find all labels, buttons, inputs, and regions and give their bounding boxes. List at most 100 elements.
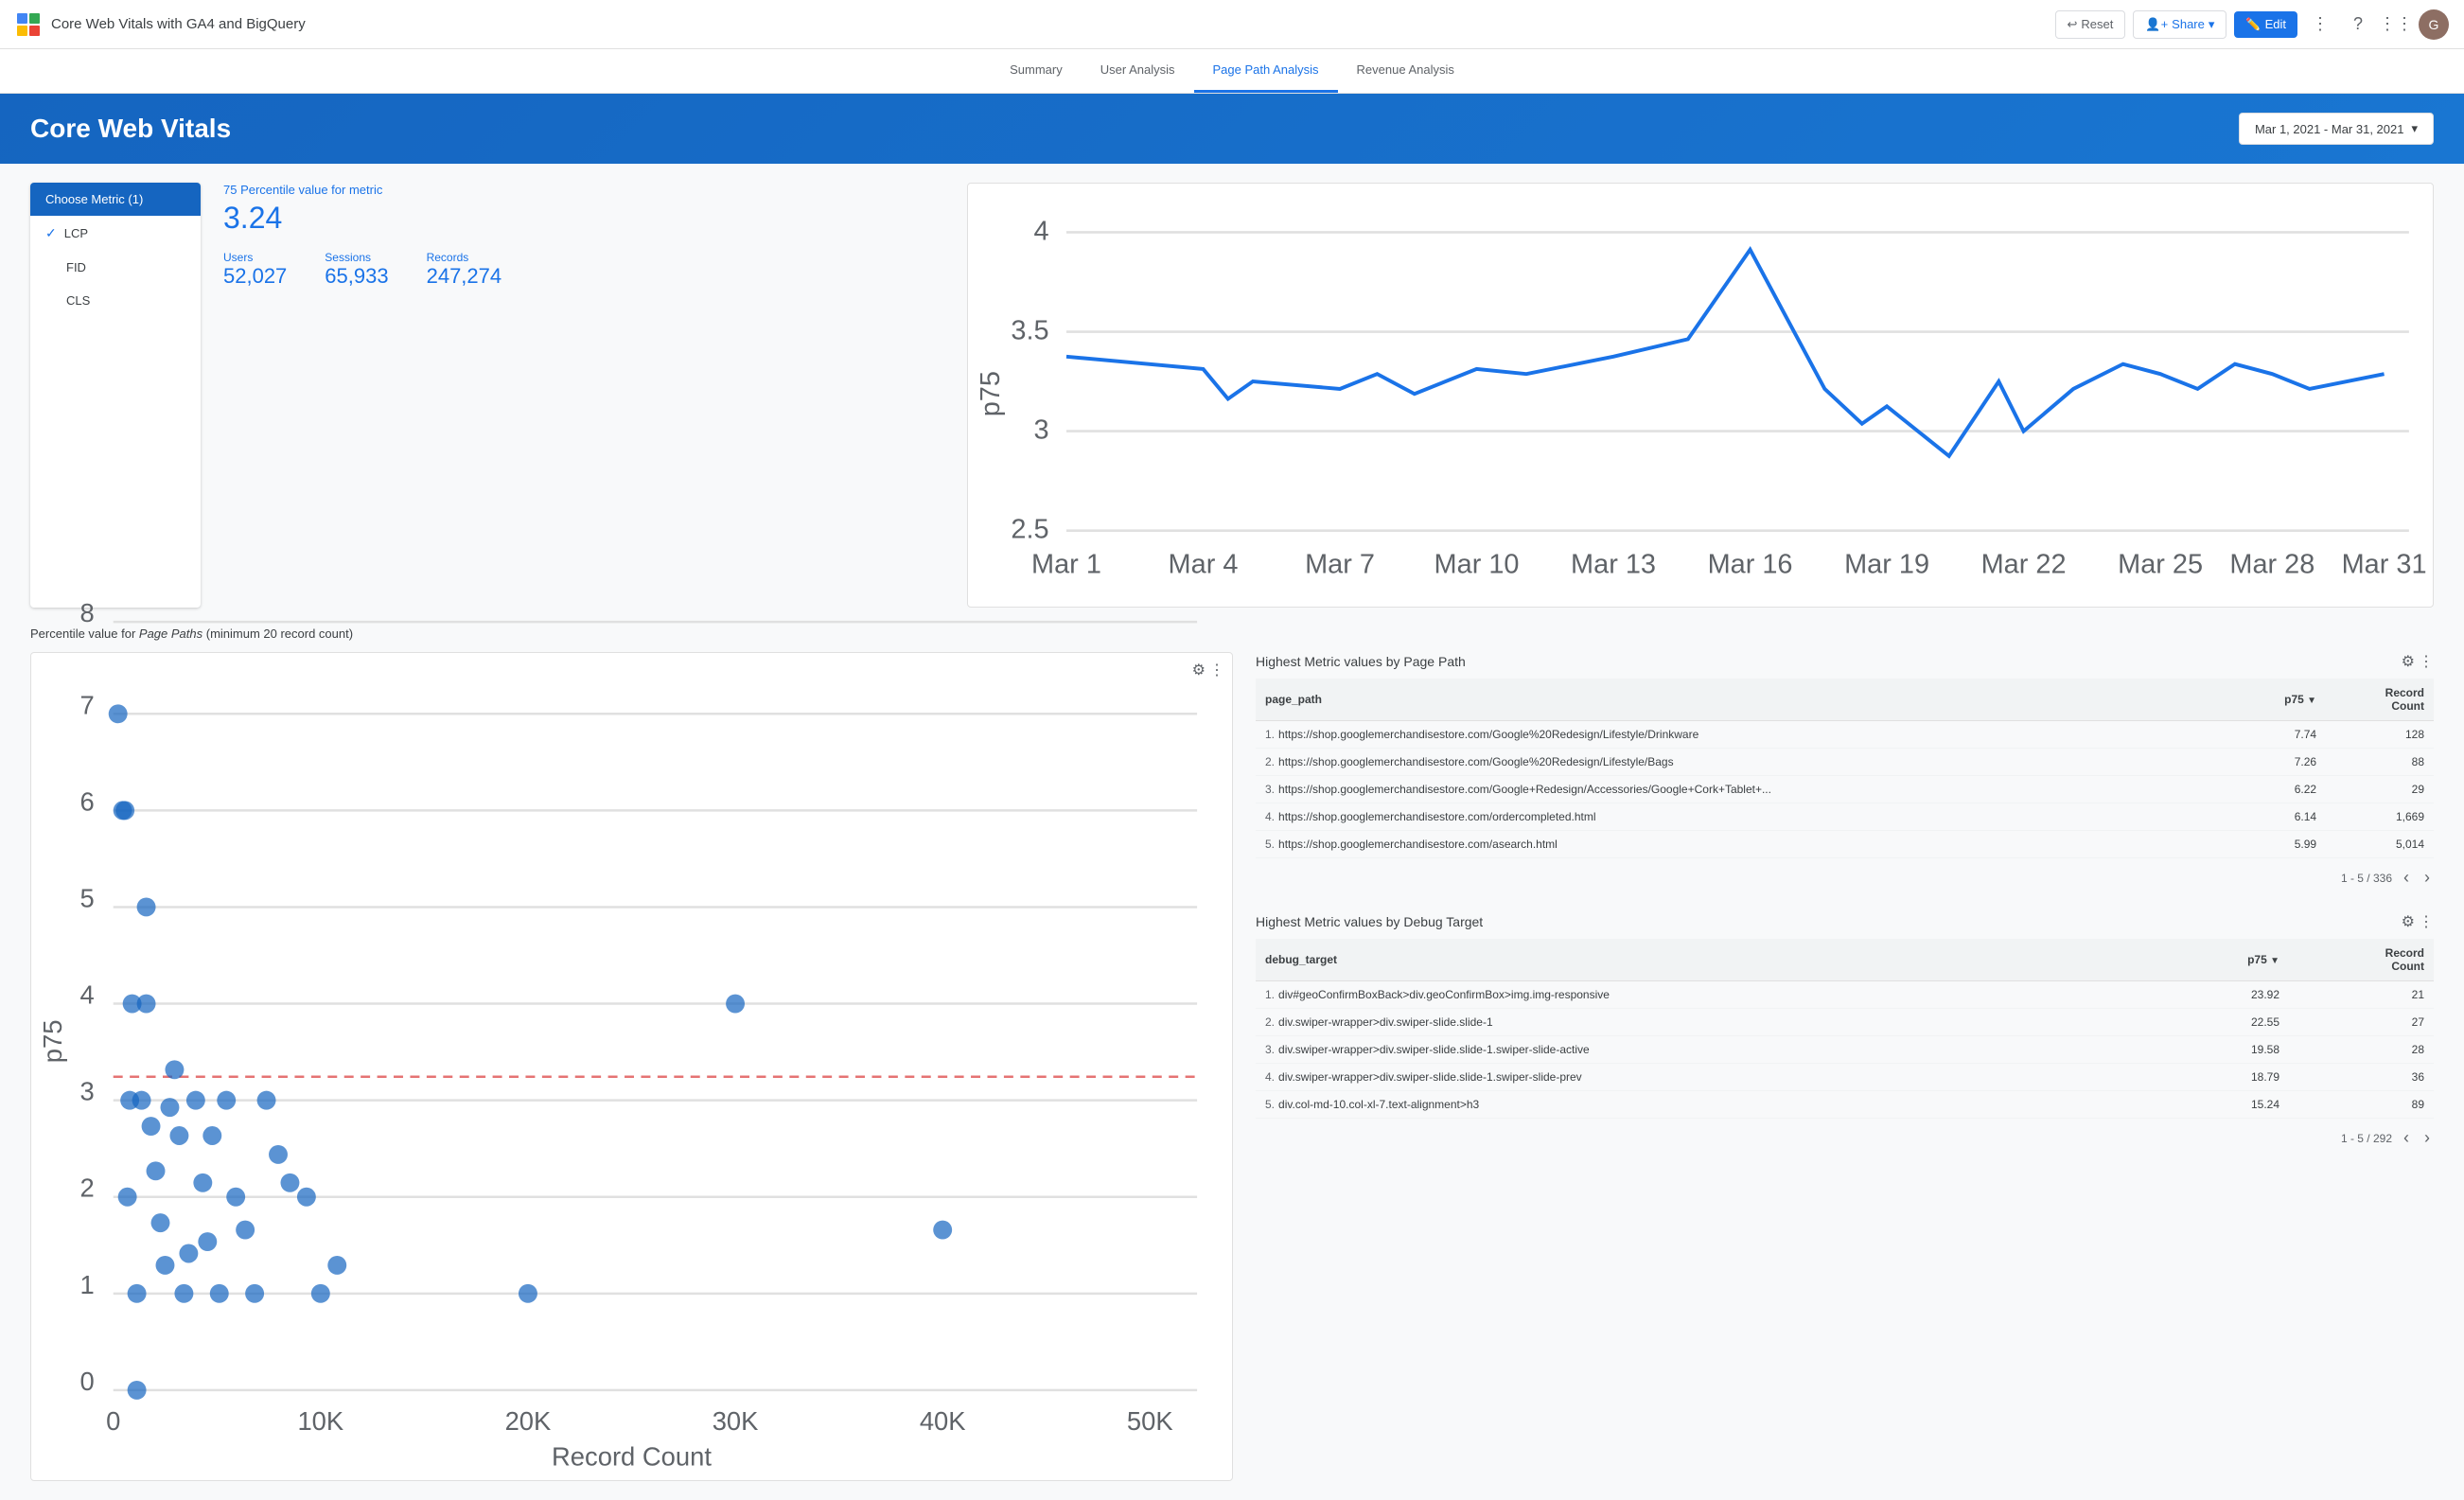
tab-user-analysis[interactable]: User Analysis — [1082, 49, 1194, 93]
col-page-path: page_path — [1256, 679, 2231, 721]
users-value: 52,027 — [223, 264, 287, 289]
svg-text:Mar 19: Mar 19 — [1844, 549, 1929, 579]
more-options-paths-button[interactable]: ⋮ — [2419, 652, 2434, 671]
metric-option-cls[interactable]: CLS — [30, 284, 201, 317]
next-page-paths-button[interactable]: › — [2420, 866, 2434, 890]
topbar: Core Web Vitals with GA4 and BigQuery ↩ … — [0, 0, 2464, 49]
cell-count: 29 — [2326, 776, 2434, 803]
cell-path: 5.https://shop.googlemerchandisestore.co… — [1256, 831, 2231, 858]
share-icon: 👤+ — [2145, 17, 2168, 32]
svg-text:Mar 25: Mar 25 — [2118, 549, 2203, 579]
svg-text:4: 4 — [1034, 216, 1049, 246]
help-button[interactable]: ? — [2343, 9, 2373, 40]
svg-text:3: 3 — [1034, 415, 1049, 445]
cell-p75: 15.24 — [2162, 1091, 2289, 1119]
app-title: Core Web Vitals with GA4 and BigQuery — [51, 16, 306, 32]
svg-text:0: 0 — [80, 1367, 95, 1396]
prev-page-debug-button[interactable]: ‹ — [2400, 1126, 2413, 1150]
more-options-button[interactable]: ⋮ — [2305, 9, 2335, 40]
metric-stats: 75 Percentile value for metric 3.24 User… — [223, 183, 944, 608]
svg-text:Mar 1: Mar 1 — [1031, 549, 1101, 579]
cell-p75: 5.99 — [2231, 831, 2326, 858]
svg-text:Mar 16: Mar 16 — [1708, 549, 1793, 579]
svg-text:6: 6 — [80, 787, 95, 817]
tables-col: Highest Metric values by Page Path ⚙ ⋮ p… — [1256, 652, 2434, 1481]
cell-target: 4.div.swiper-wrapper>div.swiper-slide.sl… — [1256, 1064, 2162, 1091]
filter-icon-button-debug[interactable]: ⚙ — [2402, 912, 2415, 931]
cell-count: 128 — [2326, 721, 2434, 749]
reset-button[interactable]: ↩ Reset — [2055, 10, 2126, 39]
tab-revenue-analysis[interactable]: Revenue Analysis — [1338, 49, 1473, 93]
date-range-label: Mar 1, 2021 - Mar 31, 2021 — [2255, 122, 2404, 136]
prev-page-paths-button[interactable]: ‹ — [2400, 866, 2413, 890]
cell-p75: 23.92 — [2162, 981, 2289, 1009]
svg-text:Mar 4: Mar 4 — [1169, 549, 1239, 579]
more-options-debug-button[interactable]: ⋮ — [2419, 912, 2434, 931]
cell-target: 2.div.swiper-wrapper>div.swiper-slide.sl… — [1256, 1009, 2162, 1036]
debug-table-title: Highest Metric values by Debug Target ⚙ … — [1256, 912, 2434, 931]
svg-text:Mar 28: Mar 28 — [2229, 549, 2314, 579]
page-paths-table-controls: ⚙ ⋮ — [2402, 652, 2434, 671]
tab-summary[interactable]: Summary — [991, 49, 1082, 93]
metric-selector-header: Choose Metric (1) — [30, 183, 201, 216]
checkmark-icon: ✓ — [45, 225, 57, 241]
users-stat: Users 52,027 — [223, 251, 287, 289]
next-page-debug-button[interactable]: › — [2420, 1126, 2434, 1150]
percentile-value: 3.24 — [223, 201, 944, 236]
col-debug-target: debug_target — [1256, 939, 2162, 981]
svg-text:8: 8 — [80, 599, 95, 628]
table-row: 4.https://shop.googlemerchandisestore.co… — [1256, 803, 2434, 831]
banner: Core Web Vitals Mar 1, 2021 - Mar 31, 20… — [0, 94, 2464, 164]
table-row: 3.div.swiper-wrapper>div.swiper-slide.sl… — [1256, 1036, 2434, 1064]
col-p75: p75 ▼ — [2231, 679, 2326, 721]
filter-icon-button[interactable]: ⚙ — [1192, 661, 1206, 679]
more-options-scatter-button[interactable]: ⋮ — [1209, 661, 1224, 679]
table-row: 5.div.col-md-10.col-xl-7.text-alignment>… — [1256, 1091, 2434, 1119]
cell-count: 36 — [2289, 1064, 2434, 1091]
svg-text:40K: 40K — [920, 1407, 966, 1437]
filter-icon-button-paths[interactable]: ⚙ — [2402, 652, 2415, 671]
edit-icon: ✏️ — [2245, 17, 2261, 32]
cell-p75: 6.22 — [2231, 776, 2326, 803]
debug-table: debug_target p75 ▼ RecordCount 1.div#geo… — [1256, 939, 2434, 1119]
svg-text:p75: p75 — [976, 371, 1006, 416]
table-row: 2.https://shop.googlemerchandisestore.co… — [1256, 749, 2434, 776]
debug-table-section: Highest Metric values by Debug Target ⚙ … — [1256, 912, 2434, 1150]
table-row: 1.div#geoConfirmBoxBack>div.geoConfirmBo… — [1256, 981, 2434, 1009]
cell-count: 5,014 — [2326, 831, 2434, 858]
sessions-stat: Sessions 65,933 — [325, 251, 388, 289]
metric-option-fid[interactable]: FID — [30, 251, 201, 284]
table-row: 4.div.swiper-wrapper>div.swiper-slide.sl… — [1256, 1064, 2434, 1091]
page-paths-table-title: Highest Metric values by Page Path ⚙ ⋮ — [1256, 652, 2434, 671]
svg-text:1: 1 — [80, 1270, 95, 1299]
svg-text:Mar 10: Mar 10 — [1434, 549, 1520, 579]
apps-button[interactable]: ⋮⋮ — [2381, 9, 2411, 40]
edit-button[interactable]: ✏️ Edit — [2234, 11, 2297, 38]
debug-pagination: 1 - 5 / 292 ‹ › — [1256, 1119, 2434, 1150]
topbar-right: ↩ Reset 👤+ Share ▾ ✏️ Edit ⋮ ? ⋮⋮ G — [2055, 9, 2449, 40]
svg-text:Record Count: Record Count — [552, 1442, 712, 1472]
col-record-count-debug: RecordCount — [2289, 939, 2434, 981]
svg-text:50K: 50K — [1127, 1407, 1173, 1437]
page-paths-pagination: 1 - 5 / 336 ‹ › — [1256, 858, 2434, 890]
svg-text:7: 7 — [80, 691, 95, 720]
app-logo-icon — [15, 11, 42, 38]
topbar-left: Core Web Vitals with GA4 and BigQuery — [15, 11, 306, 38]
records-label: Records — [427, 251, 502, 264]
scatter-chart-container: ⚙ ⋮ 0 1 2 3 4 5 6 7 8 p75 — [30, 652, 1233, 1481]
svg-text:Mar 13: Mar 13 — [1571, 549, 1656, 579]
sessions-value: 65,933 — [325, 264, 388, 289]
chevron-down-icon: ▾ — [2411, 121, 2418, 136]
svg-text:Mar 7: Mar 7 — [1305, 549, 1375, 579]
cell-p75: 22.55 — [2162, 1009, 2289, 1036]
cell-count: 1,669 — [2326, 803, 2434, 831]
share-button[interactable]: 👤+ Share ▾ — [2133, 10, 2226, 39]
tab-page-path-analysis[interactable]: Page Path Analysis — [1194, 49, 1338, 93]
date-picker[interactable]: Mar 1, 2021 - Mar 31, 2021 ▾ — [2239, 113, 2434, 145]
col-record-count: RecordCount — [2326, 679, 2434, 721]
metric-option-lcp[interactable]: ✓ LCP — [30, 216, 201, 251]
table-row: 2.div.swiper-wrapper>div.swiper-slide.sl… — [1256, 1009, 2434, 1036]
main-content: Choose Metric (1) ✓ LCP FID CLS 75 Perce… — [0, 164, 2464, 1500]
svg-text:5: 5 — [80, 884, 95, 913]
svg-text:30K: 30K — [713, 1407, 759, 1437]
